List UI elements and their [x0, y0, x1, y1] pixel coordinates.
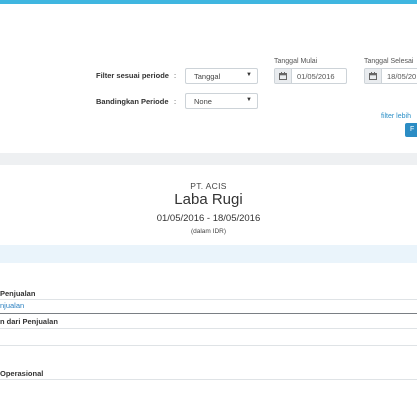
report-period: 01/05/2016 - 18/05/2016	[156, 213, 261, 224]
compare-period-select[interactable]: None ▼	[185, 93, 258, 109]
row-divider	[0, 328, 417, 329]
period-filter-value: Tanggal	[194, 72, 221, 81]
end-date-input[interactable]	[387, 69, 417, 83]
start-date-input[interactable]	[297, 69, 346, 83]
filter-panel: Filter sesuai periode : Tanggal ▼ Tangga…	[0, 48, 417, 153]
table-header-band	[0, 245, 417, 263]
end-date-label: Tanggal Selesai	[364, 58, 414, 65]
report-title: Laba Rugi	[174, 191, 243, 208]
start-date-field[interactable]	[274, 68, 347, 84]
calendar-icon[interactable]	[365, 69, 382, 83]
sales-account-link[interactable]: njualan	[0, 301, 24, 310]
row-divider	[0, 379, 417, 380]
sales-total-row: n dari Penjualan	[0, 317, 58, 326]
period-filter-select[interactable]: Tanggal ▼	[185, 68, 258, 84]
end-date-field[interactable]	[364, 68, 417, 84]
colon: :	[174, 71, 177, 80]
apply-filter-button-label: F	[410, 126, 415, 133]
caret-down-icon: ▼	[246, 97, 252, 103]
apply-filter-button[interactable]: F	[405, 123, 417, 137]
calendar-icon[interactable]	[275, 69, 292, 83]
compare-period-value: None	[194, 97, 212, 106]
section-divider	[0, 153, 417, 165]
operating-section-header: Operasional	[0, 369, 44, 378]
colon: :	[174, 97, 177, 106]
start-date-label: Tanggal Mulai	[274, 58, 318, 65]
compare-period-label: Bandingkan Periode	[96, 97, 169, 106]
caret-down-icon: ▼	[246, 72, 252, 78]
currency-note: (dalam IDR)	[190, 228, 227, 235]
sales-section-header: Penjualan	[0, 289, 36, 298]
row-divider	[0, 299, 417, 300]
page-header	[0, 4, 417, 49]
period-filter-label: Filter sesuai periode	[96, 71, 169, 80]
more-filters-link[interactable]: filter lebih	[381, 113, 411, 120]
company-name: PT. ACIS	[190, 181, 227, 191]
row-divider	[0, 345, 417, 346]
total-divider	[0, 313, 417, 314]
